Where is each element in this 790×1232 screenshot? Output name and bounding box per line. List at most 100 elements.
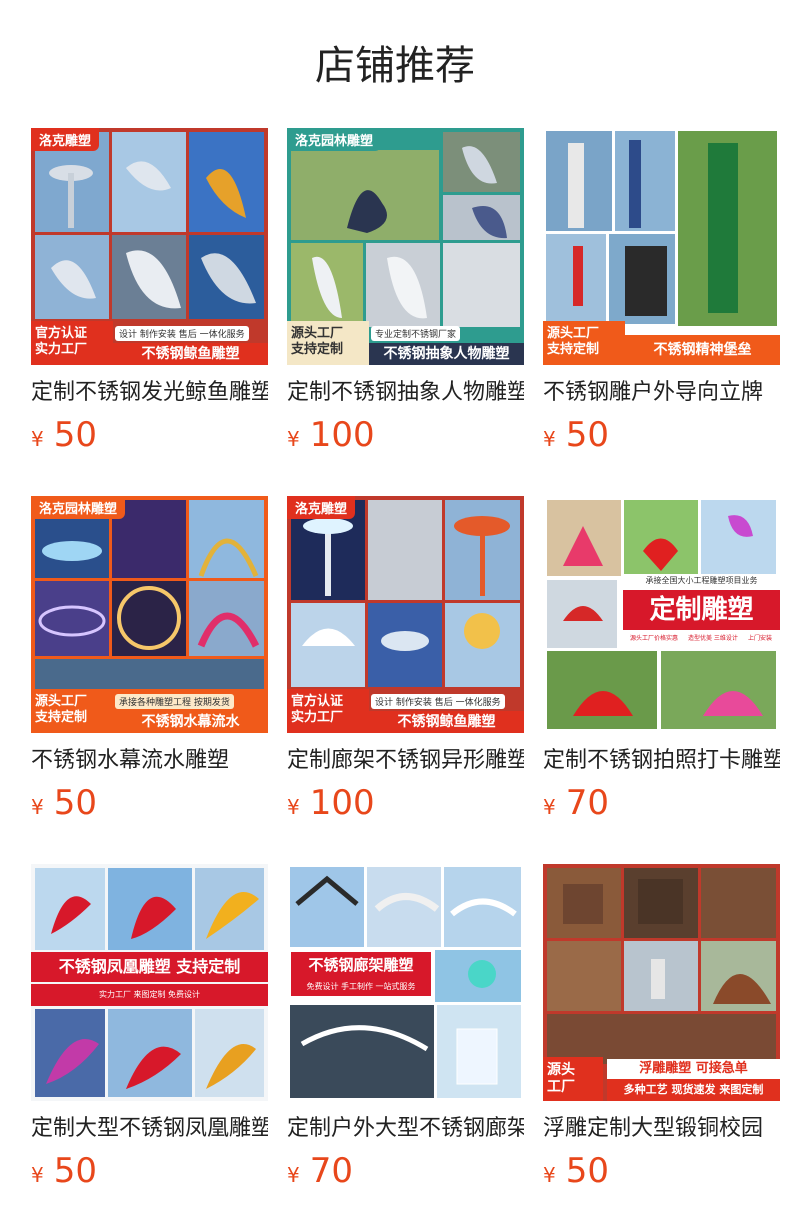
product-card[interactable]: 不锈钢凤凰雕塑 支持定制 实力工厂 来图定制 免费设计 定制大型不锈钢凤凰雕塑 … xyxy=(31,864,268,1191)
image-promo-main: 不锈钢鲸鱼雕塑 xyxy=(369,711,524,733)
image-promo-strip: 源头工厂 支持定制 承接各种雕塑工程 按期发货 不锈钢水幕流水 xyxy=(31,689,268,733)
product-image[interactable]: 洛克雕塑 官方认证 实力工厂 设计 制作安装 售后 一体化服务 不锈钢鲸鱼雕塑 xyxy=(31,128,268,365)
image-promo-strip: 官方认证 实力工厂 设计 制作安装 售后 一体化服务 不锈钢鲸鱼雕塑 xyxy=(31,321,268,365)
product-price: ¥50 xyxy=(31,1151,268,1191)
product-card[interactable]: 洛克园林雕塑 源头工厂 支持定制 专业定制不锈钢厂家 不锈钢抽象人物雕塑 定制不… xyxy=(287,128,524,455)
product-card[interactable]: 源头 工厂 浮雕雕塑 可接急单 多种工艺 现货速发 来图定制 浮雕定制大型锻铜校… xyxy=(543,864,780,1191)
promo-left-line: 实力工厂 xyxy=(35,342,88,357)
image-corner-badge: 洛克雕塑 xyxy=(31,128,100,151)
product-title[interactable]: 不锈钢雕户外导向立牌 xyxy=(543,377,780,409)
promo-left-line: 源头工厂 xyxy=(35,694,88,709)
product-card[interactable]: 洛克园林雕塑 源头工厂 支持定制 承接各种雕塑工程 按期发货 不锈钢水幕流水 不… xyxy=(31,496,268,823)
product-image[interactable]: 洛克雕塑 官方认证 实力工厂 设计 制作安装 售后 一体化服务 不锈钢鲸鱼雕塑 xyxy=(287,496,524,733)
currency-symbol: ¥ xyxy=(31,427,44,451)
product-card[interactable]: 洛克雕塑 官方认证 实力工厂 设计 制作安装 售后 一体化服务 不锈钢鲸鱼雕塑 … xyxy=(287,496,524,823)
promo-left-line: 支持定制 xyxy=(291,342,344,357)
image-promo-main: 不锈钢精神堡垒 xyxy=(625,335,780,365)
currency-symbol: ¥ xyxy=(543,1163,556,1187)
image-promo-strip: 源头 工厂 浮雕雕塑 可接急单 多种工艺 现货速发 来图定制 xyxy=(543,1057,780,1101)
currency-symbol: ¥ xyxy=(287,795,300,819)
product-image[interactable]: 源头工厂 支持定制 不锈钢精神堡垒 xyxy=(543,128,780,365)
image-promo-top: 专业定制不锈钢厂家 xyxy=(371,326,461,341)
product-card[interactable]: 源头工厂 支持定制 不锈钢精神堡垒 不锈钢雕户外导向立牌 ¥50 xyxy=(543,128,780,455)
promo-left-line: 官方认证 xyxy=(291,694,344,709)
product-card[interactable]: 承接全国大小工程雕塑项目业务 定制雕塑 源头工厂价格实惠 造型优美 三维设计 上… xyxy=(543,496,780,823)
price-amount: 70 xyxy=(309,1151,353,1191)
price-amount: 70 xyxy=(565,783,609,823)
price-amount: 50 xyxy=(565,1151,609,1191)
image-banner-main: 不锈钢凤凰雕塑 支持定制 xyxy=(31,952,268,982)
product-price: ¥100 xyxy=(287,415,524,455)
image-promo-left: 官方认证 实力工厂 xyxy=(31,321,113,365)
promo-left-line: 实力工厂 xyxy=(291,710,344,725)
promo-left-line: 官方认证 xyxy=(35,326,88,341)
image-promo-strip: 源头工厂 支持定制 专业定制不锈钢厂家 不锈钢抽象人物雕塑 xyxy=(287,321,524,365)
image-promo-top: 设计 制作安装 售后 一体化服务 xyxy=(115,326,249,341)
product-title[interactable]: 定制不锈钢抽象人物雕塑 xyxy=(287,377,524,409)
image-corner-badge: 洛克雕塑 xyxy=(287,496,356,519)
price-amount: 50 xyxy=(53,1151,97,1191)
image-promo-left: 源头工厂 支持定制 xyxy=(543,321,625,365)
promo-left-line: 源头工厂 xyxy=(291,326,344,341)
image-promo-strip: 官方认证 实力工厂 设计 制作安装 售后 一体化服务 不锈钢鲸鱼雕塑 xyxy=(287,689,524,733)
image-promo-top: 设计 制作安装 售后 一体化服务 xyxy=(371,694,505,709)
image-promo-main: 不锈钢鲸鱼雕塑 xyxy=(113,343,268,365)
image-corner-badge: 洛克园林雕塑 xyxy=(287,128,382,151)
product-title[interactable]: 定制廊架不锈钢异形雕塑 xyxy=(287,745,524,777)
product-image[interactable]: 洛克园林雕塑 源头工厂 支持定制 承接各种雕塑工程 按期发货 不锈钢水幕流水 xyxy=(31,496,268,733)
image-banner-main: 不锈钢廊架雕塑 xyxy=(291,952,431,978)
promo-left-line: 支持定制 xyxy=(35,710,88,725)
product-card[interactable]: 不锈钢廊架雕塑 免费设计 手工制作 一站式服务 定制户外大型不锈钢廊架 ¥70 xyxy=(287,864,524,1191)
product-card[interactable]: 洛克雕塑 官方认证 实力工厂 设计 制作安装 售后 一体化服务 不锈钢鲸鱼雕塑 … xyxy=(31,128,268,455)
image-promo-main: 多种工艺 现货速发 来图定制 xyxy=(607,1079,780,1101)
product-image[interactable]: 不锈钢凤凰雕塑 支持定制 实力工厂 来图定制 免费设计 xyxy=(31,864,268,1101)
price-amount: 50 xyxy=(53,415,97,455)
product-image[interactable]: 承接全国大小工程雕塑项目业务 定制雕塑 源头工厂价格实惠 造型优美 三维设计 上… xyxy=(543,496,780,733)
image-promo-main: 不锈钢水幕流水 xyxy=(113,711,268,733)
image-corner-badge: 洛克园林雕塑 xyxy=(31,496,126,519)
price-amount: 50 xyxy=(53,783,97,823)
product-price: ¥50 xyxy=(31,783,268,823)
product-title[interactable]: 定制不锈钢发光鲸鱼雕塑 xyxy=(31,377,268,409)
product-price: ¥50 xyxy=(543,415,780,455)
promo-left-line: 源头 xyxy=(547,1062,575,1078)
product-title[interactable]: 定制不锈钢拍照打卡雕塑 xyxy=(543,745,780,777)
price-amount: 100 xyxy=(309,783,375,823)
image-banner-sub: 实力工厂 来图定制 免费设计 xyxy=(31,984,268,1006)
product-image[interactable]: 洛克园林雕塑 源头工厂 支持定制 专业定制不锈钢厂家 不锈钢抽象人物雕塑 xyxy=(287,128,524,365)
currency-symbol: ¥ xyxy=(31,795,44,819)
image-promo-main: 不锈钢抽象人物雕塑 xyxy=(369,343,524,365)
image-tag: 造型优美 三维设计 xyxy=(685,632,741,643)
product-title[interactable]: 浮雕定制大型锻铜校园 xyxy=(543,1113,780,1145)
image-promo-left: 源头工厂 支持定制 xyxy=(31,689,113,733)
image-banner-top: 承接全国大小工程雕塑项目业务 xyxy=(623,574,780,588)
product-title[interactable]: 定制户外大型不锈钢廊架 xyxy=(287,1113,524,1145)
image-banner-tags: 源头工厂价格实惠 造型优美 三维设计 上门安装 xyxy=(627,632,775,643)
promo-left-line: 源头工厂 xyxy=(547,326,600,341)
product-image[interactable]: 不锈钢廊架雕塑 免费设计 手工制作 一站式服务 xyxy=(287,864,524,1101)
image-banner-sub: 免费设计 手工制作 一站式服务 xyxy=(291,978,431,996)
image-banner-main: 定制雕塑 xyxy=(623,590,780,630)
product-image[interactable]: 源头 工厂 浮雕雕塑 可接急单 多种工艺 现货速发 来图定制 xyxy=(543,864,780,1101)
product-price: ¥50 xyxy=(31,415,268,455)
promo-left-line: 工厂 xyxy=(547,1079,575,1095)
currency-symbol: ¥ xyxy=(31,1163,44,1187)
image-tag: 源头工厂价格实惠 xyxy=(627,632,682,643)
image-promo-top: 承接各种雕塑工程 按期发货 xyxy=(115,694,234,709)
image-promo-top: 浮雕雕塑 可接急单 xyxy=(607,1059,780,1079)
product-image-graphic xyxy=(31,864,268,1101)
image-tag: 上门安装 xyxy=(744,632,775,643)
image-promo-left: 源头 工厂 xyxy=(543,1057,603,1101)
page-title: 店铺推荐 xyxy=(315,43,475,89)
currency-symbol: ¥ xyxy=(543,427,556,451)
product-price: ¥50 xyxy=(543,1151,780,1191)
price-amount: 100 xyxy=(309,415,375,455)
image-promo-left: 官方认证 实力工厂 xyxy=(287,689,369,733)
promo-left-line: 支持定制 xyxy=(547,342,600,357)
image-promo-strip: 源头工厂 支持定制 不锈钢精神堡垒 xyxy=(543,321,780,365)
product-title[interactable]: 定制大型不锈钢凤凰雕塑 xyxy=(31,1113,268,1145)
currency-symbol: ¥ xyxy=(287,427,300,451)
product-title[interactable]: 不锈钢水幕流水雕塑 xyxy=(31,745,268,777)
product-price: ¥70 xyxy=(543,783,780,823)
price-amount: 50 xyxy=(565,415,609,455)
